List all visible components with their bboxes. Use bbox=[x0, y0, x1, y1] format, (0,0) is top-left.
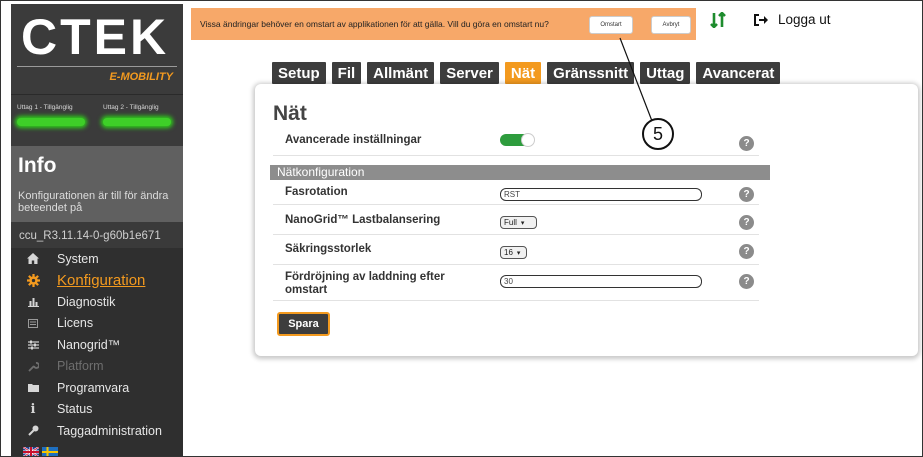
help-icon[interactable]: ? bbox=[739, 136, 754, 151]
language-selector bbox=[23, 447, 58, 457]
outlet-1-indicator bbox=[17, 118, 85, 126]
tab-allmant[interactable]: Allmänt bbox=[367, 62, 435, 84]
outlet-1-label: Uttag 1 - Tillgänglig bbox=[17, 104, 73, 111]
tab-fil[interactable]: Fil bbox=[331, 62, 362, 84]
help-icon[interactable]: ? bbox=[739, 244, 754, 259]
home-icon bbox=[23, 253, 43, 265]
sidebar-item-label: Status bbox=[57, 402, 93, 417]
sidebar-item-label: System bbox=[57, 251, 99, 266]
sidebar-item-label: Diagnostik bbox=[57, 294, 116, 309]
logout-label: Logga ut bbox=[778, 12, 831, 27]
info-panel: Info Konfigurationen är till för ändra b… bbox=[11, 146, 183, 222]
advanced-settings-label: Avancerade inställningar bbox=[285, 134, 422, 146]
sidebar-item-licens[interactable]: Licens bbox=[11, 313, 183, 335]
sidebar-item-taggadministration[interactable]: Taggadministration bbox=[11, 420, 183, 442]
charge-delay-row: Fördröjning av laddning efter omstart 30 bbox=[273, 265, 759, 301]
gear-icon bbox=[23, 273, 43, 287]
advanced-settings-toggle[interactable] bbox=[500, 133, 535, 147]
phase-rotation-label: Fasrotation bbox=[285, 186, 348, 198]
outlet-2-indicator bbox=[103, 118, 171, 126]
ctek-logo: CTEK bbox=[21, 12, 169, 62]
charge-delay-input[interactable]: 30 bbox=[500, 275, 702, 288]
chart-icon bbox=[23, 297, 43, 307]
sidebar-menu: System Konfiguration Diagnostik Licens N… bbox=[11, 248, 183, 442]
outlet-2-label: Uttag 2 - Tillgänglig bbox=[103, 104, 159, 111]
cancel-button[interactable]: Avbryt bbox=[651, 16, 691, 34]
logout-icon bbox=[754, 13, 768, 26]
sidebar-item-system[interactable]: System bbox=[11, 248, 183, 270]
info-title: Info bbox=[18, 154, 57, 177]
tab-bar: Setup Fil Allmänt Server Nät Gränssnitt … bbox=[272, 62, 781, 84]
info-text: Konfigurationen är till för ändra beteen… bbox=[18, 190, 169, 214]
brand-subtitle: E-MOBILITY bbox=[109, 71, 173, 83]
outlet-1-status[interactable]: Uttag 1 - Tillgänglig bbox=[17, 104, 85, 126]
selected-value: Full bbox=[504, 218, 517, 227]
sidebar-item-label: Programvara bbox=[57, 380, 130, 395]
tab-setup[interactable]: Setup bbox=[272, 62, 326, 84]
load-balancing-select[interactable]: Full ▾ bbox=[500, 216, 537, 229]
sliders-icon bbox=[23, 340, 43, 350]
tab-nat[interactable]: Nät bbox=[504, 62, 542, 84]
uk-flag-icon[interactable] bbox=[23, 447, 39, 457]
firmware-version: ccu_R3.11.14-0-g60b1e671 bbox=[11, 222, 183, 248]
advanced-settings-row: Avancerade inställningar bbox=[273, 128, 759, 156]
sidebar-item-platform: Platform bbox=[11, 356, 183, 378]
network-settings-card: Nät Avancerade inställningar ? Nätkonfig… bbox=[255, 84, 918, 356]
sidebar-item-status[interactable]: i Status bbox=[11, 399, 183, 421]
annotation-callout: 5 bbox=[642, 118, 674, 150]
selected-value: 16 bbox=[504, 248, 513, 257]
sidebar-item-programvara[interactable]: Programvara bbox=[11, 377, 183, 399]
swedish-flag-icon[interactable] bbox=[42, 447, 58, 457]
section-header: Nätkonfiguration bbox=[270, 165, 770, 180]
sidebar-item-label: Nanogrid™ bbox=[57, 337, 121, 352]
sidebar-item-label: Licens bbox=[57, 316, 94, 331]
sidebar-item-diagnostik[interactable]: Diagnostik bbox=[11, 291, 183, 313]
page-title: Nät bbox=[273, 102, 307, 125]
license-icon bbox=[23, 318, 43, 328]
outlet-status: Uttag 1 - Tillgänglig Uttag 2 - Tillgäng… bbox=[11, 94, 183, 146]
tab-granssnitt[interactable]: Gränssnitt bbox=[547, 62, 635, 84]
fuse-size-select[interactable]: 16 ▾ bbox=[500, 246, 527, 259]
sidebar-item-nanogrid[interactable]: Nanogrid™ bbox=[11, 334, 183, 356]
tab-avancerat[interactable]: Avancerat bbox=[696, 62, 781, 84]
sidebar: CTEK E-MOBILITY Uttag 1 - Tillgänglig Ut… bbox=[11, 4, 183, 457]
fuse-size-row: Säkringsstorlek 16 ▾ bbox=[273, 235, 759, 265]
save-button[interactable]: Spara bbox=[277, 312, 330, 336]
info-icon: i bbox=[30, 401, 36, 417]
chevron-down-icon: ▾ bbox=[516, 249, 521, 257]
help-icon[interactable]: ? bbox=[739, 274, 754, 289]
load-balancing-label: NanoGrid™ Lastbalansering bbox=[285, 214, 441, 226]
phase-rotation-row: Fasrotation RST bbox=[273, 181, 759, 205]
restart-button[interactable]: Omstart bbox=[589, 16, 633, 34]
charge-delay-label: Fördröjning av laddning efter omstart bbox=[285, 271, 445, 296]
sidebar-item-label: Konfiguration bbox=[57, 271, 146, 289]
logo-divider bbox=[17, 66, 177, 67]
phase-rotation-input[interactable]: RST bbox=[500, 188, 702, 201]
sort-arrows-icon[interactable] bbox=[710, 12, 726, 28]
toggle-knob bbox=[521, 133, 535, 147]
folder-icon bbox=[23, 383, 43, 393]
sidebar-item-konfiguration[interactable]: Konfiguration bbox=[11, 270, 183, 292]
help-icon[interactable]: ? bbox=[739, 215, 754, 230]
key-icon bbox=[23, 425, 43, 436]
help-icon[interactable]: ? bbox=[739, 187, 754, 202]
outlet-2-status[interactable]: Uttag 2 - Tillgänglig bbox=[103, 104, 171, 126]
svg-text:CTEK: CTEK bbox=[21, 12, 169, 62]
sidebar-item-label: Platform bbox=[57, 359, 104, 374]
tab-server[interactable]: Server bbox=[440, 62, 499, 84]
fuse-size-label: Säkringsstorlek bbox=[285, 243, 372, 255]
load-balancing-row: NanoGrid™ Lastbalansering Full ▾ bbox=[273, 205, 759, 235]
tab-uttag[interactable]: Uttag bbox=[640, 62, 691, 84]
wrench-icon bbox=[23, 361, 43, 372]
logo-area: CTEK E-MOBILITY bbox=[11, 4, 183, 94]
sidebar-item-label: Taggadministration bbox=[57, 423, 162, 438]
logout-link[interactable]: Logga ut bbox=[754, 12, 831, 27]
chevron-down-icon: ▾ bbox=[520, 219, 525, 227]
notification-message: Vissa ändringar behöver en omstart av ap… bbox=[200, 19, 549, 29]
